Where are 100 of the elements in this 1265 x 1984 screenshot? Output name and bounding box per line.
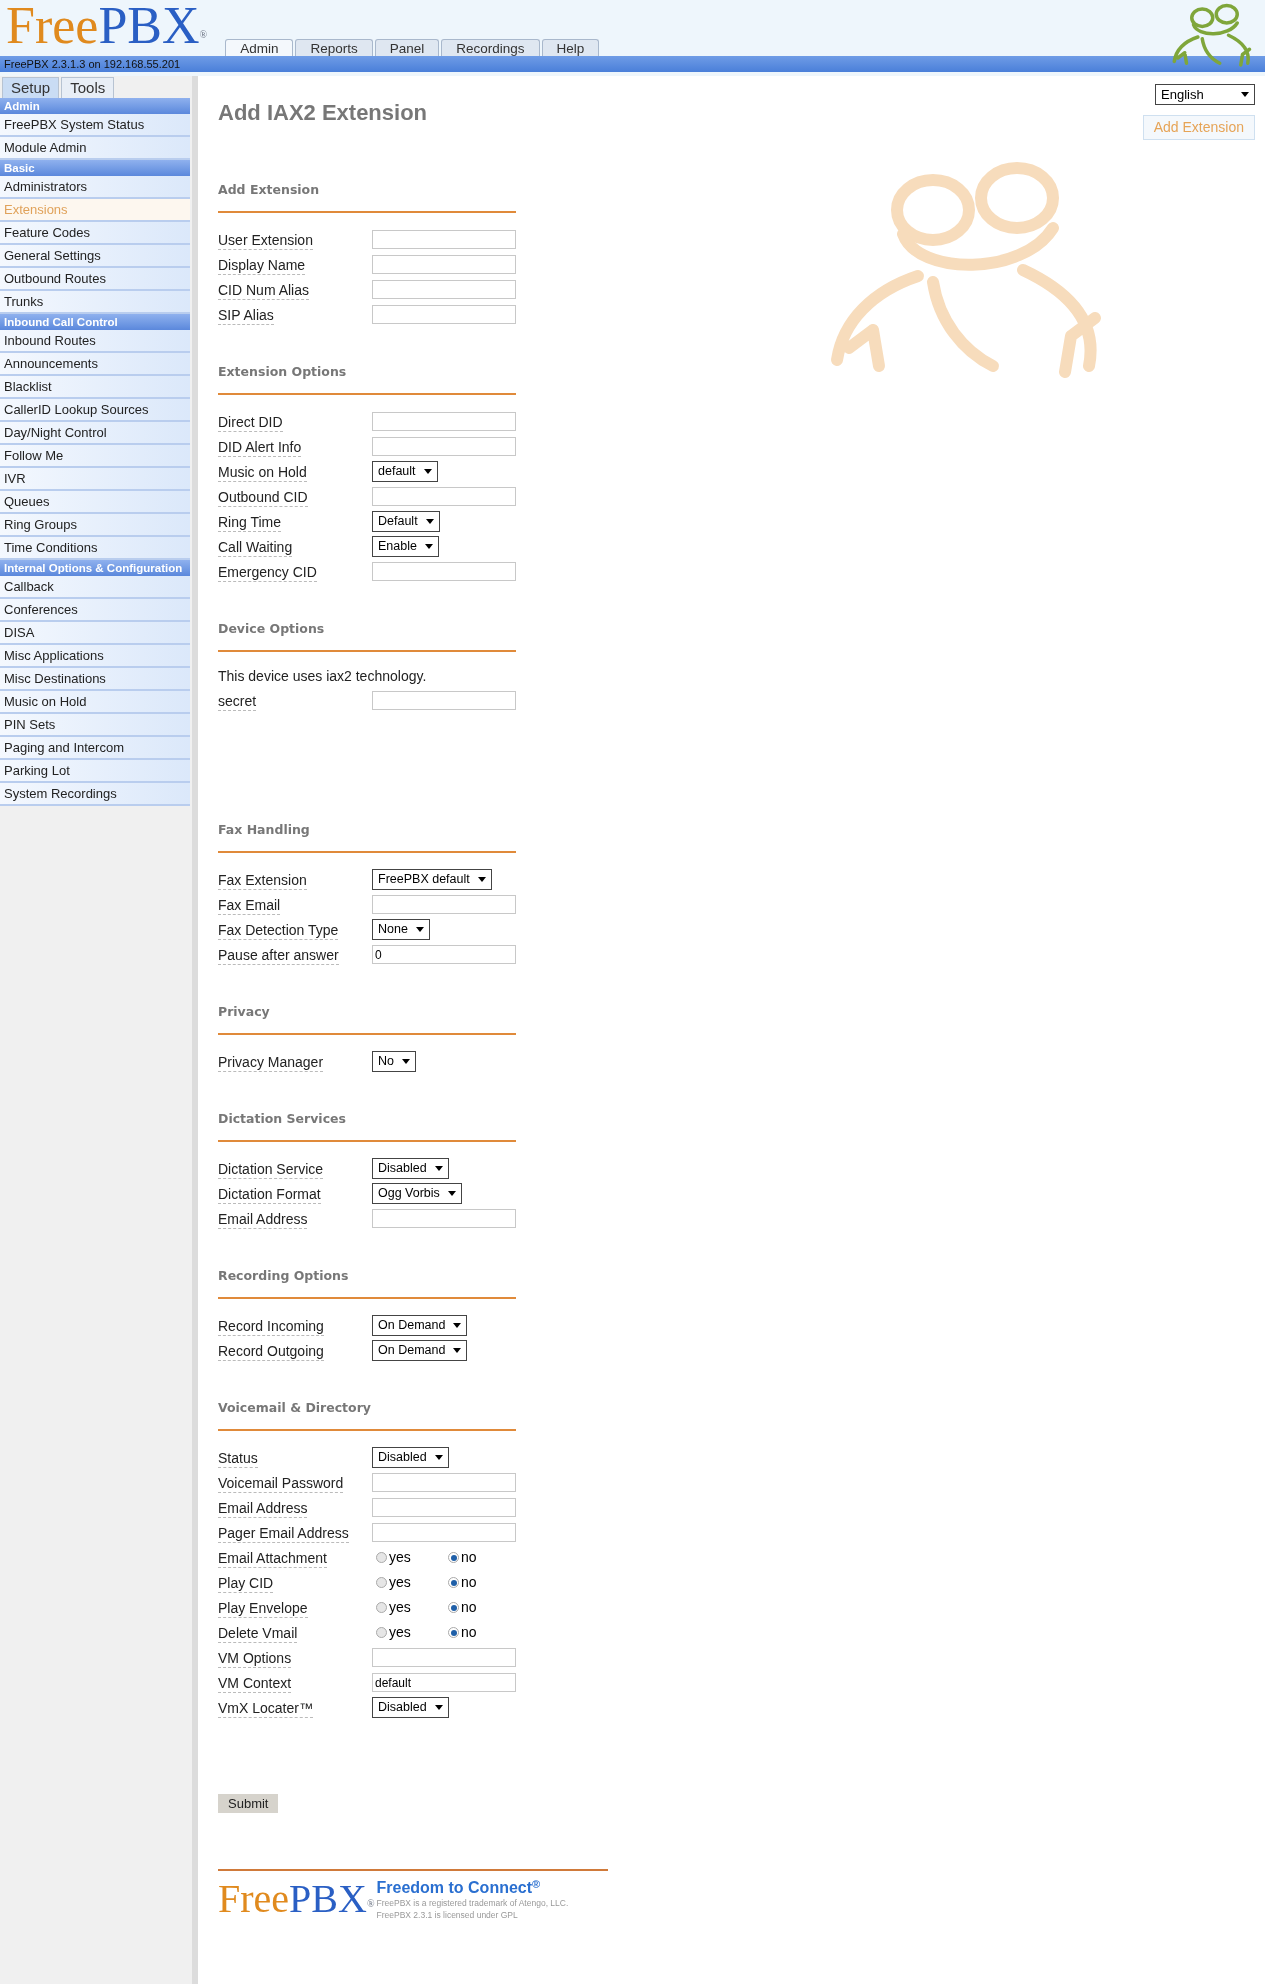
sidebar-item[interactable]: Announcements [0, 353, 190, 376]
text-field[interactable] [372, 280, 516, 299]
submit-button[interactable]: Submit [218, 1794, 279, 1813]
text-field[interactable] [372, 1523, 516, 1542]
nav-tab[interactable]: Reports [295, 39, 373, 56]
sidebar-item[interactable]: Paging and Intercom [0, 737, 190, 760]
sidebar-item[interactable]: Queues [0, 491, 190, 514]
nav-tab[interactable]: Panel [374, 39, 440, 56]
sidebar-tab[interactable]: Tools [61, 77, 115, 98]
text-field[interactable] [372, 1473, 516, 1492]
dropdown[interactable]: Disabled [372, 1697, 449, 1718]
sidebar-item[interactable]: CallerID Lookup Sources [0, 399, 190, 422]
text-field[interactable]: 0 [372, 945, 516, 964]
text-field[interactable] [372, 1498, 516, 1517]
sidebar-item[interactable]: DISA [0, 622, 190, 645]
sidebar-item[interactable]: Administrators [0, 176, 190, 199]
field-label: Ring Time [218, 513, 282, 532]
sidebar-item[interactable]: Misc Destinations [0, 668, 190, 691]
field-label: Email Attachment [218, 1549, 327, 1568]
field-label: secret [218, 692, 257, 711]
nav-tab[interactable]: Admin [225, 39, 294, 56]
text-field[interactable] [372, 255, 516, 274]
sidebar-item[interactable]: Trunks [0, 291, 190, 314]
sidebar-item[interactable]: Module Admin [0, 137, 190, 160]
text-field[interactable] [372, 437, 516, 456]
radio-button[interactable] [376, 1627, 387, 1638]
dropdown[interactable]: On Demand [372, 1340, 468, 1361]
radio-option[interactable]: yes [376, 1547, 428, 1568]
field-label: Record Outgoing [218, 1342, 324, 1361]
text-field[interactable] [372, 562, 516, 581]
text-field[interactable] [372, 412, 516, 431]
dropdown[interactable]: Default [372, 511, 440, 532]
dropdown[interactable]: No [372, 1051, 416, 1072]
radio-button[interactable] [376, 1552, 387, 1563]
radio-option[interactable]: no [448, 1547, 500, 1568]
field-label: Dictation Format [218, 1185, 321, 1204]
field-label: Play CID [218, 1574, 274, 1593]
sidebar-item[interactable]: Inbound Routes [0, 330, 190, 353]
radio-option[interactable]: yes [376, 1597, 428, 1618]
dropdown[interactable]: FreePBX default [372, 869, 492, 890]
field-label: Status [218, 1449, 258, 1468]
dropdown[interactable]: default [372, 461, 438, 482]
radio-option[interactable]: yes [376, 1572, 428, 1593]
sidebar-item[interactable]: Music on Hold [0, 691, 190, 714]
text-field[interactable] [372, 230, 516, 249]
page-title: Add IAX2 Extension [218, 99, 428, 127]
caret-icon [453, 1348, 462, 1353]
sidebar-item[interactable]: General Settings [0, 245, 190, 268]
sidebar-item[interactable]: Callback [0, 576, 190, 599]
radio-button[interactable] [448, 1627, 459, 1638]
sidebar-item[interactable]: Time Conditions [0, 537, 190, 560]
caret-icon [447, 1191, 456, 1196]
field-label: Outbound CID [218, 488, 308, 507]
radio-button[interactable] [376, 1577, 387, 1588]
radio-option[interactable]: yes [376, 1622, 428, 1643]
text-field[interactable]: default [372, 1673, 516, 1692]
text-field[interactable] [372, 1648, 516, 1667]
sidebar-item[interactable]: FreePBX System Status [0, 114, 190, 137]
radio-button[interactable] [448, 1552, 459, 1563]
sidebar-item[interactable]: IVR [0, 468, 190, 491]
radio-option[interactable]: no [448, 1597, 500, 1618]
text-field[interactable] [372, 1209, 516, 1228]
text-field[interactable] [372, 487, 516, 506]
dropdown[interactable]: None [372, 919, 430, 940]
dropdown[interactable]: Ogg Vorbis [372, 1183, 462, 1204]
caret-icon [477, 877, 486, 882]
sidebar-item[interactable]: Conferences [0, 599, 190, 622]
sidebar-item[interactable]: Day/Night Control [0, 422, 190, 445]
radio-button[interactable] [448, 1602, 459, 1613]
field-label: Email Address [218, 1499, 308, 1518]
sidebar-item[interactable]: Feature Codes [0, 222, 190, 245]
caret-icon [424, 544, 433, 549]
sidebar-item[interactable]: Ring Groups [0, 514, 190, 537]
dropdown[interactable]: On Demand [372, 1315, 468, 1336]
radio-button[interactable] [376, 1602, 387, 1613]
sidebar-item[interactable]: Outbound Routes [0, 268, 190, 291]
field-label: User Extension [218, 231, 313, 250]
sidebar-item[interactable]: Parking Lot [0, 760, 190, 783]
sidebar-item[interactable]: System Recordings [0, 783, 190, 806]
field-label: Emergency CID [218, 563, 317, 582]
text-field[interactable] [372, 691, 516, 710]
sidebar-tab[interactable]: Setup [2, 77, 60, 98]
sidebar-item[interactable]: Misc Applications [0, 645, 190, 668]
nav-tab[interactable]: Recordings [441, 39, 540, 56]
text-field[interactable] [372, 305, 516, 324]
section-heading: Privacy [218, 1003, 271, 1021]
radio-option[interactable]: no [448, 1622, 500, 1643]
dropdown[interactable]: Disabled [372, 1158, 449, 1179]
field-label: Voicemail Password [218, 1474, 344, 1493]
dropdown[interactable]: Disabled [372, 1447, 449, 1468]
radio-button[interactable] [448, 1577, 459, 1588]
text-field[interactable] [372, 895, 516, 914]
sidebar-item[interactable]: Follow Me [0, 445, 190, 468]
sidebar-item[interactable]: Blacklist [0, 376, 190, 399]
dropdown[interactable]: Enable [372, 536, 439, 557]
field-label: Delete Vmail [218, 1624, 298, 1643]
nav-tab[interactable]: Help [541, 39, 600, 56]
language-dropdown[interactable]: English [1155, 84, 1255, 105]
sidebar-item[interactable]: PIN Sets [0, 714, 190, 737]
radio-option[interactable]: no [448, 1572, 500, 1593]
